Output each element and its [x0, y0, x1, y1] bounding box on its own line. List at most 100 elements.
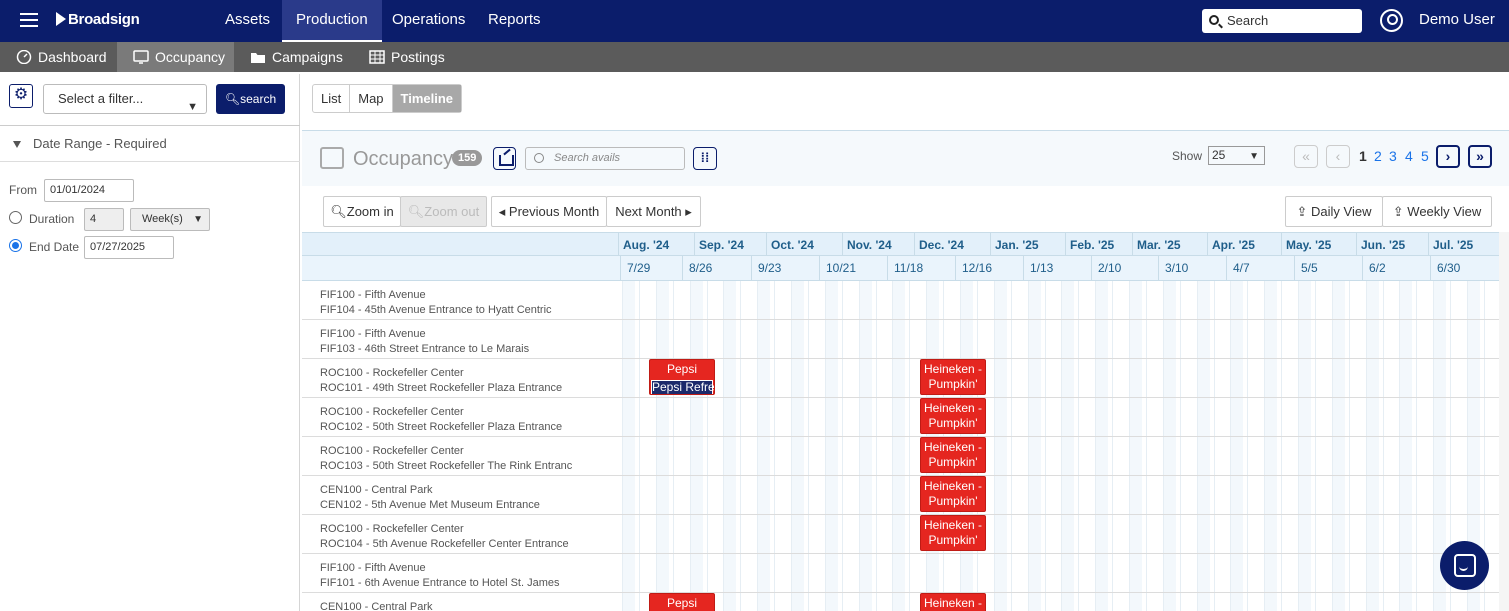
global-search-input[interactable]: Search — [1202, 9, 1362, 33]
last-page-icon[interactable]: » — [1468, 145, 1492, 168]
timeline-grid: FIF100 - Fifth Avenue FIF104 - 45th Aven… — [302, 281, 1509, 611]
table-row[interactable]: ROC100 - Rockefeller Center ROC103 - 50t… — [302, 437, 1509, 476]
weekly-view-button[interactable]: ⇪ Weekly View — [1382, 196, 1492, 227]
booking-pepsi-refresh[interactable]: Pepsi Refres — [651, 380, 714, 394]
month-label: Dec. '24 — [914, 233, 964, 257]
end-date-field[interactable]: 07/27/2025 — [84, 236, 174, 259]
count-badge: 159 — [452, 150, 483, 166]
booking-heineken[interactable]: Heineken - — [920, 593, 986, 611]
table-row[interactable]: ROC100 - Rockefeller Center ROC102 - 50t… — [302, 398, 1509, 437]
broadsign-logo[interactable]: Broadsign — [56, 11, 140, 28]
previous-month-button[interactable]: ◂ Previous Month — [491, 196, 607, 227]
month-label: Jan. '25 — [990, 233, 1039, 257]
month-label: Oct. '24 — [766, 233, 814, 257]
booking-heineken[interactable]: Heineken - Pumpkin' — [920, 398, 986, 434]
site-label: ROC100 - Rockefeller Center — [320, 445, 464, 457]
subnav-postings[interactable]: Postings — [353, 42, 459, 72]
booking-heineken[interactable]: Heineken - Pumpkin' — [920, 515, 986, 551]
week-label: 2/10 — [1091, 256, 1121, 281]
booking-pepsi[interactable]: Pepsi — [649, 593, 715, 611]
nav-production[interactable]: Production — [282, 0, 382, 42]
week-label: 9/23 — [751, 256, 781, 281]
table-row[interactable]: ROC100 - Rockefeller Center ROC104 - 5th… — [302, 515, 1509, 554]
export-icon[interactable] — [493, 147, 516, 170]
end-date-radio[interactable] — [9, 239, 22, 252]
booking-heineken[interactable]: Heineken - Pumpkin' — [920, 437, 986, 473]
vertical-scrollbar[interactable] — [1499, 232, 1509, 611]
columns-icon[interactable]: ⁞⁞ — [693, 147, 717, 170]
page-link-2[interactable]: 2 — [1374, 148, 1382, 164]
zoom-out-button[interactable]: 🔍︎Zoom out — [400, 196, 487, 227]
table-row[interactable]: FIF100 - Fifth Avenue FIF104 - 45th Aven… — [302, 281, 1509, 320]
month-label: Sep. '24 — [694, 233, 744, 257]
search-button[interactable]: 🔍︎search — [216, 84, 285, 114]
caret-down-icon — [13, 141, 21, 148]
nav-assets[interactable]: Assets — [211, 0, 284, 42]
daily-view-button[interactable]: ⇪ Daily View — [1285, 196, 1383, 227]
month-label: Feb. '25 — [1065, 233, 1114, 257]
face-label: FIF103 - 46th Street Entrance to Le Mara… — [320, 343, 530, 355]
avails-search-input[interactable]: Search avails — [525, 147, 685, 170]
subnav-occupancy[interactable]: Occupancy — [117, 42, 234, 72]
search-icon — [1209, 15, 1219, 25]
site-label: ROC100 - Rockefeller Center — [320, 406, 464, 418]
filter-select[interactable]: Select a filter... ▼ — [43, 84, 207, 114]
page-link-3[interactable]: 3 — [1389, 148, 1397, 164]
face-label: ROC103 - 50th Street Rockefeller The Rin… — [320, 460, 573, 472]
user-avatar-icon[interactable] — [1380, 9, 1403, 32]
page-link-5[interactable]: 5 — [1421, 148, 1429, 164]
user-name[interactable]: Demo User — [1419, 11, 1495, 28]
table-row[interactable]: CEN100 - Central Park CEN102 - 5th Avenu… — [302, 476, 1509, 515]
chevron-down-icon: ▼ — [187, 101, 198, 113]
tab-map[interactable]: Map — [350, 85, 393, 112]
hamburger-menu-icon[interactable] — [20, 13, 38, 27]
nav-operations[interactable]: Operations — [378, 0, 479, 42]
timeline-month-header: Aug. '24 Sep. '24 Oct. '24 Nov. '24 Dec.… — [302, 232, 1509, 257]
site-label: FIF100 - Fifth Avenue — [320, 328, 426, 340]
duration-label: Duration — [29, 212, 75, 226]
page-link-1[interactable]: 1 — [1359, 148, 1367, 164]
zoom-in-button[interactable]: 🔍︎Zoom in — [323, 196, 401, 227]
table-row[interactable]: FIF100 - Fifth Avenue FIF103 - 46th Stre… — [302, 320, 1509, 359]
from-date-field[interactable]: 01/01/2024 — [44, 179, 134, 202]
table-grid-icon — [369, 50, 385, 64]
face-label: ROC101 - 49th Street Rockefeller Plaza E… — [320, 382, 563, 394]
next-page-icon[interactable]: › — [1436, 145, 1460, 168]
page-size-select[interactable]: 25 ▼ — [1208, 146, 1265, 165]
tab-timeline[interactable]: Timeline — [392, 85, 462, 112]
site-label: CEN100 - Central Park — [320, 484, 433, 496]
view-tabs: List Map Timeline — [312, 84, 463, 113]
booking-heineken[interactable]: Heineken - Pumpkin' — [920, 476, 986, 512]
date-range-section-toggle[interactable]: Date Range - Required — [0, 126, 300, 162]
face-label: ROC104 - 5th Avenue Rockefeller Center E… — [320, 538, 569, 550]
page-title: Occupancy — [353, 148, 454, 170]
face-label: CEN102 - 5th Avenue Met Museum Entrance — [320, 499, 540, 511]
duration-unit-select[interactable]: Week(s) ▼ — [130, 208, 210, 231]
from-label: From — [9, 183, 37, 197]
next-month-button[interactable]: Next Month ▸ — [606, 196, 701, 227]
table-row[interactable]: CEN100 - Central Park — [302, 593, 1509, 611]
duration-field[interactable]: 4 — [84, 208, 124, 231]
sub-navbar: Dashboard Occupancy Campaigns Postings — [0, 42, 1509, 72]
show-label: Show — [1172, 149, 1203, 163]
week-label: 4/7 — [1226, 256, 1250, 281]
subnav-campaigns[interactable]: Campaigns — [234, 42, 357, 72]
first-page-icon[interactable]: « — [1294, 145, 1318, 168]
table-row[interactable]: FIF100 - Fifth Avenue FIF101 - 6th Avenu… — [302, 554, 1509, 593]
prev-page-icon[interactable]: ‹ — [1326, 145, 1350, 168]
site-label: FIF100 - Fifth Avenue — [320, 562, 426, 574]
week-label: 6/2 — [1362, 256, 1386, 281]
duration-radio[interactable] — [9, 211, 22, 224]
week-label: 8/26 — [682, 256, 712, 281]
subnav-dashboard[interactable]: Dashboard — [0, 42, 121, 72]
nav-reports[interactable]: Reports — [474, 0, 555, 42]
booking-heineken[interactable]: Heineken - Pumpkin' — [920, 359, 986, 395]
chat-icon[interactable] — [1440, 541, 1489, 590]
table-row[interactable]: ROC100 - Rockefeller Center ROC101 - 49t… — [302, 359, 1509, 398]
booking-pepsi[interactable]: Pepsi Pepsi Refres — [649, 359, 715, 395]
search-icon — [534, 153, 544, 163]
page-link-4[interactable]: 4 — [1405, 148, 1413, 164]
tab-list[interactable]: List — [313, 85, 351, 112]
gear-icon[interactable]: ⚙ — [9, 84, 33, 108]
end-date-label: End Date — [29, 240, 80, 254]
